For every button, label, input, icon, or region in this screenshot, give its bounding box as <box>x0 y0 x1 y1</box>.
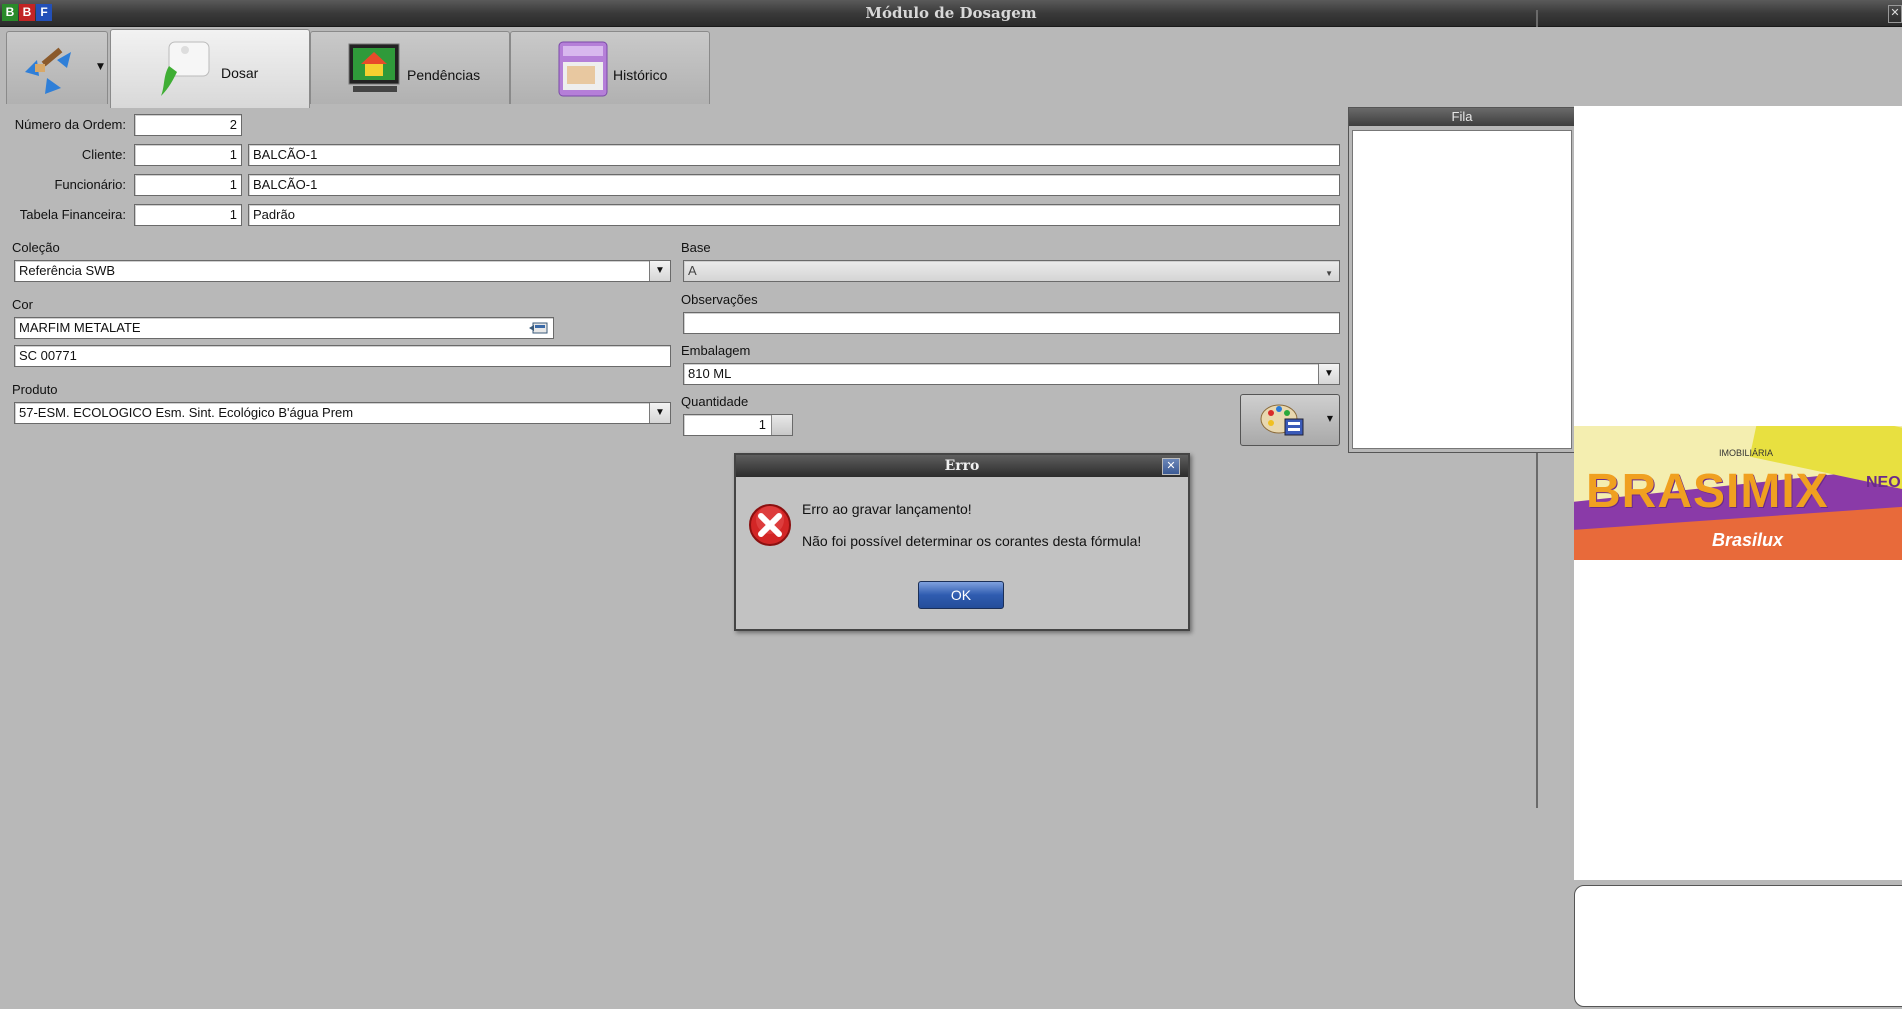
cliente-name-field[interactable]: BALCÃO-1 <box>248 144 1340 166</box>
tab-dosar[interactable]: Dosar <box>110 29 310 108</box>
funcionario-name-field[interactable]: BALCÃO-1 <box>248 174 1340 196</box>
tool-menu-button[interactable]: ▼ <box>6 31 108 104</box>
dialog-message-line1: Erro ao gravar lançamento! <box>802 501 972 517</box>
tab-historico-label: Histórico <box>613 67 668 83</box>
palette-tools-icon <box>1260 404 1304 436</box>
tabela-code-field[interactable]: 1 <box>134 204 242 226</box>
chevron-down-icon[interactable]: ▼ <box>649 261 670 281</box>
embalagem-value: 810 ML <box>688 366 732 381</box>
toolbar: ▼ Dosar Pendências Histórico <box>0 27 1538 108</box>
dialog-message-line2: Não foi possível determinar os corantes … <box>802 533 1142 549</box>
color-picker-icon[interactable] <box>529 320 549 336</box>
cliente-label: Cliente: <box>81 147 126 162</box>
tabela-name-field[interactable]: Padrão <box>248 204 1340 226</box>
cor-name-field[interactable]: MARFIM METALATE <box>14 317 554 339</box>
cor-label: Cor <box>12 297 33 312</box>
tab-dosar-label: Dosar <box>221 65 259 81</box>
chevron-down-icon[interactable]: ▼ <box>1318 364 1339 384</box>
cor-name-value: MARFIM METALATE <box>19 320 141 335</box>
quantidade-stepper[interactable]: 1 <box>683 414 793 436</box>
colecao-select[interactable]: Referência SWB ▼ <box>14 260 671 282</box>
funcionario-label: Funcionário: <box>54 177 126 192</box>
fila-title: Fila <box>1349 108 1575 126</box>
tab-historico[interactable]: Histórico <box>510 31 710 104</box>
base-select[interactable]: A ▼ <box>683 260 1340 282</box>
banner-brand-suffix: NEO <box>1866 474 1901 491</box>
funcionario-code-field[interactable]: 1 <box>134 174 242 196</box>
banner-brand: BRASIMIX <box>1586 465 1829 518</box>
monitor-house-icon <box>348 43 400 92</box>
tab-pendencias-label: Pendências <box>407 67 481 83</box>
window-title: Módulo de Dosagem <box>865 4 1037 22</box>
brush-tools-icon <box>25 47 71 94</box>
observacoes-field[interactable] <box>683 312 1340 334</box>
cliente-code-field[interactable]: 1 <box>134 144 242 166</box>
chevron-down-icon: ▼ <box>1326 414 1333 423</box>
formula-action-button[interactable]: ▼ <box>1240 394 1340 446</box>
colecao-value: Referência SWB <box>19 263 116 278</box>
ok-button[interactable]: OK <box>918 581 1004 609</box>
chevron-down-icon: ▼ <box>97 62 104 72</box>
error-dialog: Erro ✕ Erro ao gravar lançamento! Não fo… <box>734 453 1190 631</box>
base-label: Base <box>681 240 711 255</box>
right-panel: IMOBILIÁRIA BRASIMIX NEO Brasilux <box>1574 106 1902 880</box>
paint-drop-icon <box>161 41 210 96</box>
produto-value: 57-ESM. ECOLOGICO Esm. Sint. Ecológico B… <box>19 405 354 420</box>
quantidade-label: Quantidade <box>681 394 749 409</box>
embalagem-label: Embalagem <box>681 343 751 358</box>
stepper-buttons[interactable] <box>771 415 792 435</box>
tabela-label: Tabela Financeira: <box>19 207 126 222</box>
embalagem-select[interactable]: 810 ML ▼ <box>683 363 1340 385</box>
brand-banner: IMOBILIÁRIA BRASIMIX NEO Brasilux <box>1574 426 1902 560</box>
ordem-label: Número da Ordem: <box>14 117 126 132</box>
chevron-down-icon: ▼ <box>1325 269 1333 278</box>
observacoes-label: Observações <box>681 292 758 307</box>
ordem-field[interactable]: 2 <box>134 114 242 136</box>
close-icon: ✕ <box>1166 459 1176 472</box>
tab-pendencias[interactable]: Pendências <box>310 31 510 104</box>
fila-list[interactable] <box>1352 130 1572 449</box>
fila-panel: Fila <box>1348 107 1576 453</box>
window-close-button[interactable]: ✕ <box>1888 5 1902 23</box>
dialog-close-button[interactable]: ✕ <box>1162 458 1180 475</box>
quantidade-value: 1 <box>758 417 766 432</box>
produto-label: Produto <box>12 382 58 397</box>
error-x-icon <box>749 504 791 546</box>
base-value: A <box>688 263 697 278</box>
produto-select[interactable]: 57-ESM. ECOLOGICO Esm. Sint. Ecológico B… <box>14 402 671 424</box>
colecao-label: Coleção <box>12 240 60 255</box>
archive-drawer-icon <box>558 41 608 97</box>
banner-top-text: IMOBILIÁRIA <box>1719 448 1774 458</box>
banner-sub-brand: Brasilux <box>1712 530 1784 550</box>
chevron-down-icon[interactable]: ▼ <box>649 403 670 423</box>
bottom-info-panel <box>1574 885 1902 1007</box>
dialog-title: Erro <box>736 455 1188 477</box>
window-titlebar: B B F Módulo de Dosagem ✕ <box>0 0 1902 27</box>
cor-code-field[interactable]: SC 00771 <box>14 345 671 367</box>
